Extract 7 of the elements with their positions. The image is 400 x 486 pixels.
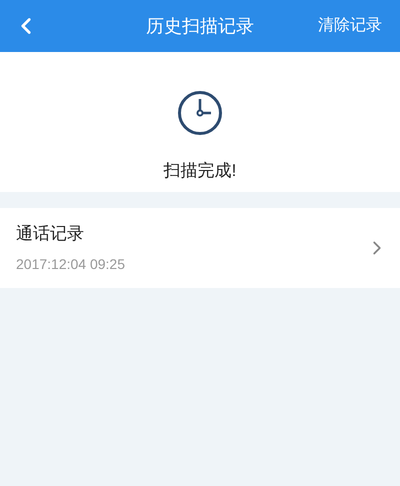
record-time: 2017:12:04 09:25: [16, 255, 125, 274]
clock-icon: [177, 90, 223, 136]
page-title: 历史扫描记录: [146, 14, 254, 38]
status-message: 扫描完成!: [164, 160, 236, 182]
record-title: 通话记录: [16, 222, 85, 245]
record-item[interactable]: 通话记录 2017:12:04 09:25: [0, 208, 400, 288]
clear-records-button[interactable]: 清除记录: [318, 14, 388, 38]
